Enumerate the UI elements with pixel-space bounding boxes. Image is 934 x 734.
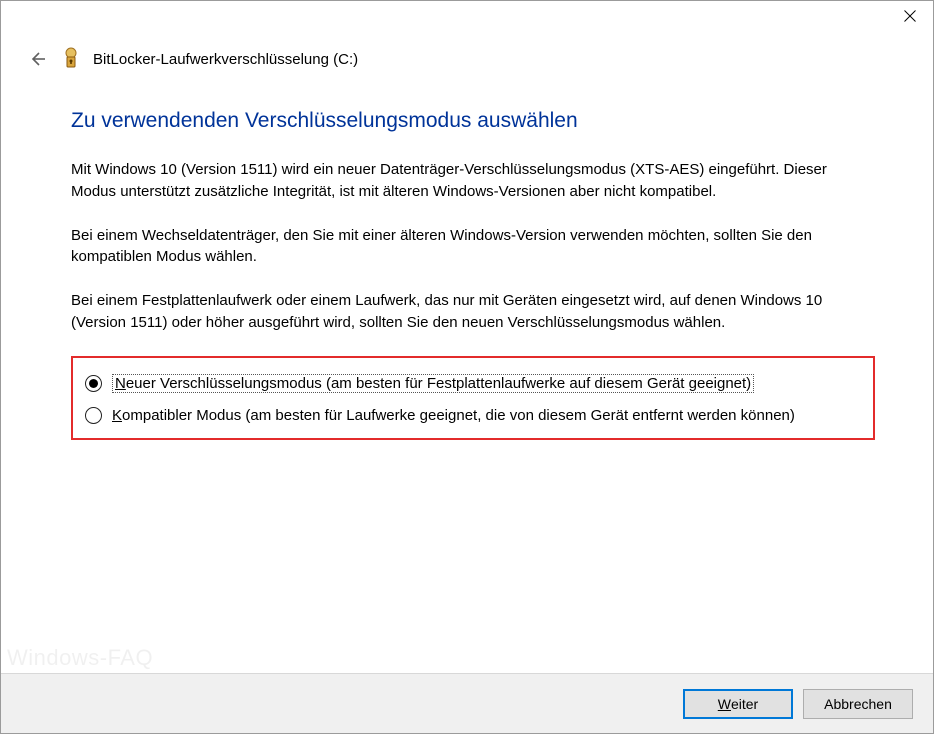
header-row: BitLocker-Laufwerkverschlüsselung (C:) [1,41,933,77]
radio-indicator [85,407,102,424]
app-title: BitLocker-Laufwerkverschlüsselung (C:) [93,51,358,68]
radio-compat-mode-label: Kompatibler Modus (am besten für Laufwer… [112,407,795,424]
titlebar [1,1,933,41]
intro-paragraph-3: Bei einem Festplattenlaufwerk oder einem… [71,290,875,334]
radio-dot-icon [89,379,98,388]
radio-compat-mode[interactable]: Kompatibler Modus (am besten für Laufwer… [85,407,861,424]
label-rest: euer Verschlüsselungsmodus (am besten fü… [126,375,751,392]
label-rest: eiter [731,696,758,712]
back-arrow-icon [28,50,46,68]
radio-new-mode-label: Neuer Verschlüsselungsmodus (am besten f… [112,374,754,393]
bitlocker-wizard-window: BitLocker-Laufwerkverschlüsselung (C:) Z… [0,0,934,734]
close-icon [904,10,916,22]
radio-new-mode[interactable]: Neuer Verschlüsselungsmodus (am besten f… [85,374,861,393]
cancel-button[interactable]: Abbrechen [803,689,913,719]
close-button[interactable] [887,1,933,31]
page-heading: Zu verwendenden Verschlüsselungsmodus au… [71,109,875,133]
radio-indicator [85,375,102,392]
mnemonic-char: W [718,696,731,712]
back-button[interactable] [25,47,49,71]
content-area: Zu verwendenden Verschlüsselungsmodus au… [1,77,933,673]
mnemonic-char: N [115,375,126,392]
bitlocker-icon [61,47,81,71]
intro-paragraph-1: Mit Windows 10 (Version 1511) wird ein n… [71,159,875,203]
mnemonic-char: K [112,407,122,424]
next-button[interactable]: Weiter [683,689,793,719]
label-rest: ompatibler Modus (am besten für Laufwerk… [122,407,795,424]
intro-paragraph-2: Bei einem Wechseldatenträger, den Sie mi… [71,225,875,269]
encryption-mode-group: Neuer Verschlüsselungsmodus (am besten f… [71,356,875,440]
button-bar: Weiter Abbrechen [1,673,933,733]
